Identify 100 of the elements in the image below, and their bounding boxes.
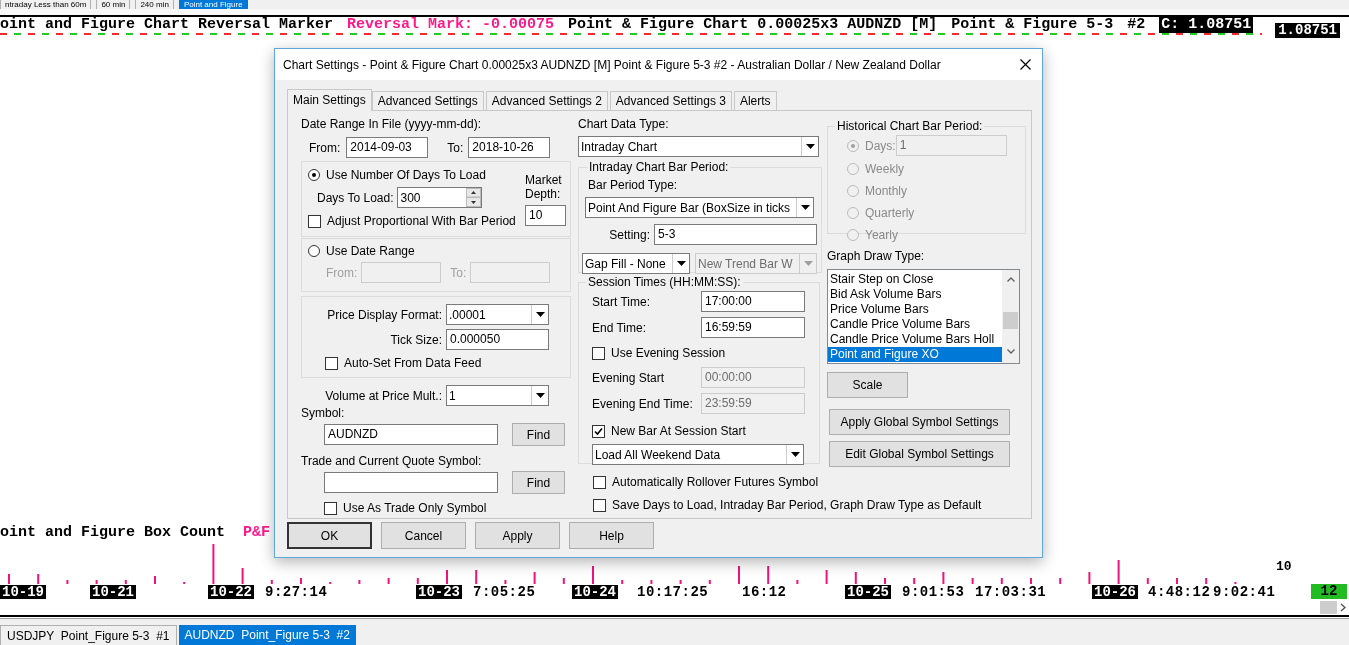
field-label: Start Time: — [592, 293, 650, 311]
list-item[interactable]: Point and Figure XO — [828, 347, 1002, 362]
checkbox-label[interactable]: Adjust Proportional With Bar Period — [327, 212, 516, 230]
input-field[interactable]: AUDNZD — [324, 424, 498, 445]
chevron-down-icon[interactable] — [1006, 349, 1015, 354]
chart-tab[interactable]: USDJPY Point_Figure 5-3 #1 — [0, 625, 177, 645]
axis-label: 10:17:25 — [637, 585, 709, 599]
select-field[interactable]: Load All Weekend Data — [592, 444, 804, 465]
list-box[interactable]: Stair Step on Close Bid Ask Volume Bars Price Volume Bars Candle Price Volume Bars Candle Price Volume Bars Holl Point and Figure XO — [827, 269, 1020, 364]
field-label: From: — [309, 139, 341, 157]
count-bar — [708, 580, 711, 584]
checkbox[interactable] — [593, 498, 606, 512]
input-field[interactable]: 23:59:59 — [701, 393, 805, 414]
field-label: To: — [447, 139, 464, 157]
axis-label: 4:48:12 — [1148, 585, 1211, 599]
list-item[interactable]: Bid Ask Volume Bars — [828, 287, 1002, 302]
button[interactable]: Find — [512, 423, 565, 446]
field-label: Bar Period Type: — [588, 177, 679, 194]
chevron-up-icon[interactable] — [1006, 277, 1015, 282]
checkbox[interactable] — [324, 501, 337, 515]
button[interactable]: Cancel — [381, 522, 466, 549]
radio-button[interactable] — [308, 245, 320, 257]
input-field[interactable]: 2018-10-26 — [468, 137, 551, 158]
group-title: Session Times (HH:MM:SS): — [587, 274, 742, 291]
button[interactable]: Edit Global Symbol Settings — [829, 441, 1010, 467]
checkbox[interactable] — [593, 475, 606, 489]
list-item[interactable]: Candle Price Volume Bars — [828, 317, 1002, 332]
list-item[interactable]: Stair Step on Close — [828, 272, 1002, 287]
axis-label: 10-26 — [1092, 585, 1138, 599]
checkbox-label[interactable]: Auto-Set From Data Feed — [344, 354, 482, 372]
radio-button[interactable] — [308, 169, 320, 181]
input-field[interactable]: 17:00:00 — [701, 291, 805, 312]
select-field[interactable]: Gap Fill - None — [582, 253, 690, 274]
axis-badge: 12 — [1311, 584, 1347, 599]
input-field[interactable]: 00:00:00 — [701, 367, 805, 388]
close-icon[interactable] — [1020, 59, 1031, 70]
select-field[interactable]: 1 — [446, 385, 549, 406]
tab[interactable]: Main Settings — [287, 89, 372, 111]
radio-label[interactable]: Use Date Range — [326, 242, 415, 260]
checkbox-label[interactable]: New Bar At Session Start — [611, 422, 746, 440]
tab[interactable]: Advanced Settings 2 — [485, 91, 608, 110]
field-label: Volume at Price Mult.: — [325, 387, 442, 405]
checkbox-label[interactable]: Use Evening Session — [611, 344, 726, 362]
input-field[interactable]: 5-3 — [654, 224, 817, 245]
field-label: Price Display Format: — [327, 306, 442, 324]
count-bar — [387, 578, 390, 584]
input-field[interactable]: 2014-09-03 — [346, 137, 429, 158]
scrollbar[interactable] — [1002, 270, 1019, 363]
count-bar — [971, 578, 974, 584]
caret-icon — [805, 144, 815, 149]
input-field[interactable]: 0.000050 — [446, 329, 549, 350]
field-label: Tick Size: — [390, 331, 442, 349]
count-bar — [825, 570, 828, 584]
checkbox-label[interactable]: Use As Trade Only Symbol — [343, 499, 487, 517]
count-bar — [1205, 578, 1208, 584]
chart-tab[interactable]: AUDNZD Point_Figure 5-3 #2 — [178, 625, 356, 645]
checkbox[interactable] — [592, 346, 605, 360]
tab[interactable]: Advanced Settings 3 — [609, 91, 732, 110]
input-field[interactable]: 16:59:59 — [701, 317, 805, 338]
button[interactable]: Apply — [475, 522, 560, 549]
chevron-right-icon[interactable] — [1340, 602, 1346, 612]
field-label: Graph Draw Type: — [827, 248, 926, 265]
button[interactable]: Help — [569, 522, 654, 549]
count-bar — [95, 580, 98, 584]
count-bar — [124, 580, 127, 584]
button[interactable]: Scale — [827, 372, 908, 398]
field-label: To: — [450, 264, 467, 282]
count-bar — [1059, 578, 1062, 584]
input-field[interactable]: 10 — [525, 205, 566, 226]
button[interactable]: Find — [512, 471, 565, 494]
count-bar — [475, 570, 478, 584]
checkbox[interactable] — [325, 356, 338, 370]
input-field[interactable] — [324, 472, 498, 493]
field-label: Evening Start — [592, 369, 665, 387]
field-label: Chart Data Type: — [578, 116, 670, 133]
spin-field[interactable]: 300 — [396, 187, 482, 208]
select-field[interactable]: .00001 — [446, 304, 549, 325]
tab[interactable]: Alerts — [733, 91, 777, 110]
checkbox[interactable] — [592, 424, 605, 438]
button[interactable]: Apply Global Symbol Settings — [829, 409, 1010, 435]
select-field[interactable]: Point And Figure Bar (BoxSize in ticks — [585, 197, 814, 218]
scrollbar-thumb[interactable] — [1320, 600, 1337, 614]
axis-label: 9:27:14 — [265, 585, 328, 599]
caret-icon — [803, 261, 813, 266]
list-item[interactable]: Candle Price Volume Bars Holl — [828, 332, 1002, 347]
field-label: Date Range In File (yyyy-mm-dd): — [301, 116, 483, 133]
list-item[interactable]: Price Volume Bars — [828, 302, 1002, 317]
checkbox-label[interactable]: Automatically Rollover Futures Symbol — [612, 473, 819, 491]
radio-label[interactable]: Use Number Of Days To Load — [326, 166, 486, 184]
input-field[interactable] — [361, 262, 442, 283]
scrollbar-thumb[interactable] — [1003, 312, 1018, 329]
checkbox-label[interactable]: Save Days to Load, Intraday Bar Period, Graph Draw Type as Default — [612, 496, 982, 514]
select-field[interactable]: Intraday Chart — [578, 136, 819, 157]
tab[interactable]: Advanced Settings — [371, 91, 484, 110]
spinner-arrows-icon[interactable] — [465, 188, 481, 207]
field-label: Trade and Current Quote Symbol: — [301, 454, 483, 468]
checkbox[interactable] — [308, 214, 321, 228]
input-field[interactable] — [470, 262, 551, 283]
button[interactable]: OK — [287, 522, 372, 549]
group-title: Intraday Chart Bar Period: — [588, 159, 730, 176]
